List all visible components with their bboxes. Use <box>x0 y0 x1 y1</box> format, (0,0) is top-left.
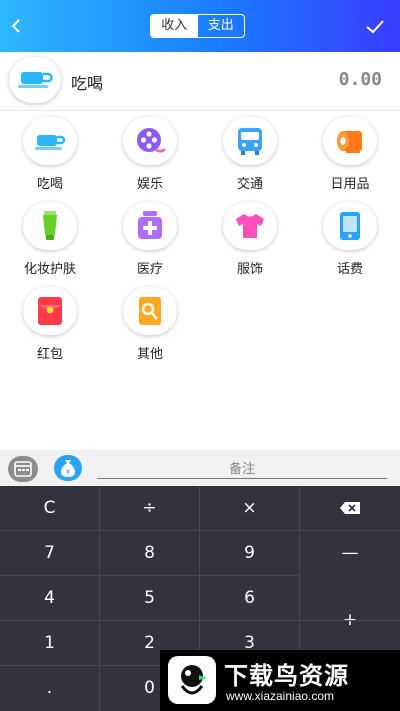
key-4[interactable]: 4 <box>0 576 99 620</box>
watermark: 下载鸟资源 www.xiazainiao.com <box>160 650 400 711</box>
category-icon-circle <box>23 287 77 335</box>
medicine-bottle-icon <box>138 211 162 239</box>
category-label: 娱乐 <box>136 177 163 192</box>
bus-icon <box>238 128 262 155</box>
key-7[interactable]: 7 <box>0 531 99 575</box>
category-item-cosmetics[interactable]: 化妆护肤 <box>10 202 90 282</box>
calendar-icon[interactable] <box>8 456 38 482</box>
key-decimal[interactable]: . <box>0 666 99 710</box>
backspace-icon <box>340 502 360 514</box>
keypad-divider <box>0 530 400 531</box>
category-label: 医疗 <box>136 262 163 277</box>
checkmark-icon[interactable] <box>364 15 386 37</box>
category-icon-circle <box>323 117 377 165</box>
category-label: 服饰 <box>236 262 263 277</box>
red-envelope-icon <box>38 297 62 325</box>
category-label: 话费 <box>336 262 363 277</box>
key-divide[interactable]: ÷ <box>100 486 199 530</box>
tshirt-icon <box>236 214 264 238</box>
category-item-other[interactable]: 其他 <box>110 287 190 367</box>
search-document-icon <box>139 297 161 325</box>
keypad-divider <box>0 575 300 576</box>
category-icon-circle <box>123 287 177 335</box>
tab-expense[interactable]: 支出 <box>198 15 245 37</box>
film-reel-icon <box>137 128 166 153</box>
selected-category-icon-circle <box>9 57 61 103</box>
phone-icon <box>340 212 360 240</box>
keypad-divider <box>99 486 100 711</box>
svg-text:¥: ¥ <box>66 468 71 476</box>
selected-category-row: 吃喝 0.00 <box>0 52 400 111</box>
category-label: 其他 <box>136 347 163 362</box>
watermark-url: www.xiazainiao.com <box>226 689 335 703</box>
category-icon-circle <box>223 117 277 165</box>
category-item-transport[interactable]: 交通 <box>210 117 290 197</box>
amount-display: 0.00 <box>338 69 382 90</box>
selected-category-name: 吃喝 <box>71 74 104 93</box>
top-bar: 收入 支出 <box>0 0 400 52</box>
key-backspace[interactable] <box>300 486 400 530</box>
category-icon-circle <box>123 202 177 250</box>
category-icon-circle <box>123 117 177 165</box>
key-1[interactable]: 1 <box>0 621 99 665</box>
category-item-red-envelope[interactable]: 红包 <box>10 287 90 367</box>
category-icon-circle <box>223 202 277 250</box>
key-8[interactable]: 8 <box>100 531 199 575</box>
watermark-title: 下载鸟资源 <box>224 662 349 690</box>
category-label: 吃喝 <box>36 177 63 192</box>
category-icon-circle <box>323 202 377 250</box>
key-9[interactable]: 9 <box>200 531 299 575</box>
category-item-medical[interactable]: 医疗 <box>110 202 190 282</box>
category-icon-circle <box>23 117 77 165</box>
keypad-divider <box>0 620 400 621</box>
category-item-daily-goods[interactable]: 日用品 <box>310 117 390 197</box>
toilet-paper-icon <box>337 131 362 153</box>
money-bag-icon[interactable]: ¥ <box>54 455 82 481</box>
category-label: 日用品 <box>330 177 370 192</box>
key-clear[interactable]: C <box>0 486 99 530</box>
category-item-clothing[interactable]: 服饰 <box>210 202 290 282</box>
category-item-food[interactable]: 吃喝 <box>10 117 90 197</box>
chevron-left-icon[interactable] <box>6 14 28 38</box>
category-label: 红包 <box>36 347 63 362</box>
note-bar: ¥ <box>0 450 400 486</box>
category-icon-circle <box>23 202 77 250</box>
tab-income[interactable]: 收入 <box>151 15 198 37</box>
category-label: 交通 <box>236 177 263 192</box>
cup-icon <box>18 72 53 88</box>
income-expense-toggle: 收入 支出 <box>150 14 245 38</box>
key-6[interactable]: 6 <box>200 576 299 620</box>
key-minus[interactable]: — <box>300 531 400 575</box>
cup-icon <box>35 135 66 150</box>
category-label: 化妆护肤 <box>23 262 76 277</box>
note-input[interactable] <box>97 458 387 479</box>
bird-logo-icon <box>168 656 216 704</box>
category-item-entertainment[interactable]: 娱乐 <box>110 117 190 197</box>
category-item-phone-bill[interactable]: 话费 <box>310 202 390 282</box>
key-multiply[interactable]: × <box>200 486 299 530</box>
key-5[interactable]: 5 <box>100 576 199 620</box>
cosmetic-tube-icon <box>43 211 57 240</box>
